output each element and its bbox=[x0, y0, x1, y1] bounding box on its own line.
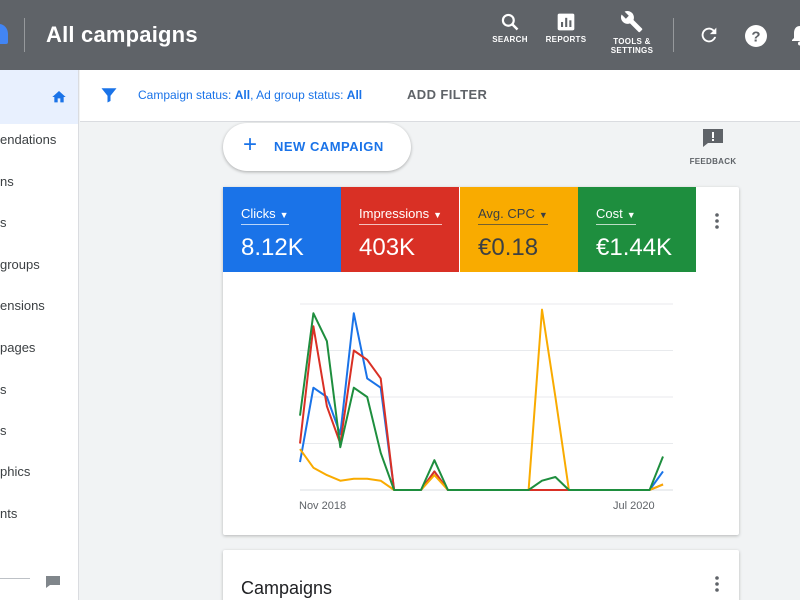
filter-summary[interactable]: Campaign status: All, Ad group status: A… bbox=[138, 88, 362, 102]
header-divider-right bbox=[673, 18, 674, 52]
feedback-icon bbox=[703, 129, 723, 147]
metric-label-avg-cpc: Avg. CPC bbox=[478, 206, 535, 221]
help-icon[interactable]: ? bbox=[744, 24, 768, 53]
filter-bar: Campaign status: All, Ad group status: A… bbox=[80, 70, 800, 122]
new-campaign-button[interactable]: + NEW CAMPAIGN bbox=[223, 123, 411, 171]
header-divider bbox=[24, 18, 25, 52]
reports-label: REPORTS bbox=[545, 35, 587, 44]
sidebar: endations ns s groups ensions pages s s … bbox=[0, 70, 79, 600]
plus-icon: + bbox=[243, 131, 258, 158]
sidebar-item-campaigns[interactable]: ns bbox=[0, 174, 14, 189]
metric-label-clicks: Clicks bbox=[241, 206, 276, 221]
metric-selector-cost[interactable]: Cost ▼ bbox=[596, 206, 636, 225]
metric-value-cost: €1.44K bbox=[596, 234, 673, 261]
campaigns-table-card: Campaigns bbox=[223, 550, 739, 600]
top-bar: All campaigns SEARCH REPORTS TOOLS & SET… bbox=[0, 0, 800, 70]
campaigns-more-options-icon[interactable] bbox=[707, 574, 727, 594]
search-label: SEARCH bbox=[492, 35, 528, 44]
campaigns-card-title: Campaigns bbox=[241, 578, 333, 598]
wrench-icon bbox=[620, 10, 643, 33]
sidebar-item-extensions[interactable]: ensions bbox=[0, 298, 45, 313]
performance-line-chart[interactable] bbox=[223, 272, 739, 502]
series-line-0[interactable] bbox=[299, 312, 664, 491]
dropdown-caret-icon: ▼ bbox=[279, 210, 289, 220]
refresh-icon[interactable] bbox=[698, 24, 720, 51]
feedback-label: FEEDBACK bbox=[689, 157, 737, 166]
x-tick-label: Jul 2020 bbox=[613, 500, 655, 512]
reports-icon bbox=[557, 13, 575, 31]
series-line-2[interactable] bbox=[299, 308, 664, 491]
metric-selector-clicks[interactable]: Clicks ▼ bbox=[241, 206, 289, 225]
metric-selector-impressions[interactable]: Impressions ▼ bbox=[359, 206, 442, 225]
metric-value-impressions: 403K bbox=[359, 234, 416, 261]
dropdown-caret-icon: ▼ bbox=[433, 210, 442, 220]
metric-label-cost: Cost bbox=[596, 206, 623, 221]
new-campaign-label: NEW CAMPAIGN bbox=[274, 139, 384, 154]
search-icon bbox=[501, 13, 519, 31]
filter-icon[interactable] bbox=[100, 86, 118, 104]
home-icon bbox=[52, 91, 66, 103]
campaign-status-label: Campaign status: bbox=[138, 88, 235, 102]
dropdown-caret-icon: ▼ bbox=[538, 210, 548, 220]
svg-text:?: ? bbox=[751, 29, 760, 46]
campaign-status-value: All bbox=[234, 88, 251, 102]
add-filter-button[interactable]: ADD FILTER bbox=[407, 87, 487, 102]
sidebar-feedback-icon[interactable] bbox=[45, 575, 61, 594]
sidebar-item-keywords[interactable]: s bbox=[0, 382, 7, 397]
sidebar-item-ad-groups-2[interactable]: groups bbox=[0, 257, 40, 272]
sidebar-item-overview[interactable] bbox=[0, 70, 78, 124]
sidebar-item-placements[interactable]: nts bbox=[0, 506, 17, 521]
sidebar-item-landing-pages[interactable]: pages bbox=[0, 340, 35, 355]
series-line-3[interactable] bbox=[299, 312, 664, 491]
tools-settings-label: TOOLS & SETTINGS bbox=[610, 37, 654, 55]
google-ads-logo[interactable] bbox=[0, 24, 8, 44]
metric-tile-cost[interactable]: Cost ▼ €1.44K bbox=[578, 187, 696, 272]
metric-value-clicks: 8.12K bbox=[241, 234, 304, 261]
chart-more-options-icon[interactable] bbox=[707, 211, 727, 231]
metric-tile-impressions[interactable]: Impressions ▼ 403K bbox=[341, 187, 459, 272]
sidebar-item-ad-groups[interactable]: s bbox=[0, 215, 7, 230]
sidebar-footer-divider bbox=[0, 578, 30, 579]
feedback-button[interactable]: FEEDBACK bbox=[688, 128, 738, 166]
metric-tile-avg-cpc[interactable]: Avg. CPC ▼ €0.18 bbox=[460, 187, 578, 272]
tools-settings-button[interactable]: TOOLS & SETTINGS bbox=[604, 10, 660, 55]
metric-tile-clicks[interactable]: Clicks ▼ 8.12K bbox=[223, 187, 341, 272]
dropdown-caret-icon: ▼ bbox=[626, 210, 636, 220]
ad-group-status-label: , Ad group status: bbox=[250, 88, 347, 102]
metric-value-avg-cpc: €0.18 bbox=[478, 234, 539, 261]
reports-button[interactable]: REPORTS bbox=[543, 12, 589, 44]
sidebar-item-recommendations[interactable]: endations bbox=[0, 132, 56, 147]
ad-group-status-value: All bbox=[346, 88, 363, 102]
page-title: All campaigns bbox=[46, 22, 198, 47]
search-button[interactable]: SEARCH bbox=[490, 12, 530, 44]
sidebar-item-demographics[interactable]: phics bbox=[0, 464, 30, 479]
performance-chart-card: Clicks ▼ 8.12K Impressions ▼ 403K Avg. CPC… bbox=[223, 187, 739, 535]
x-tick-label: Nov 2018 bbox=[299, 500, 347, 512]
metric-selector-avg-cpc[interactable]: Avg. CPC ▼ bbox=[478, 206, 548, 225]
bell-icon[interactable] bbox=[790, 24, 800, 51]
metric-label-impressions: Impressions bbox=[359, 206, 430, 221]
sidebar-item-audiences[interactable]: s bbox=[0, 423, 7, 438]
